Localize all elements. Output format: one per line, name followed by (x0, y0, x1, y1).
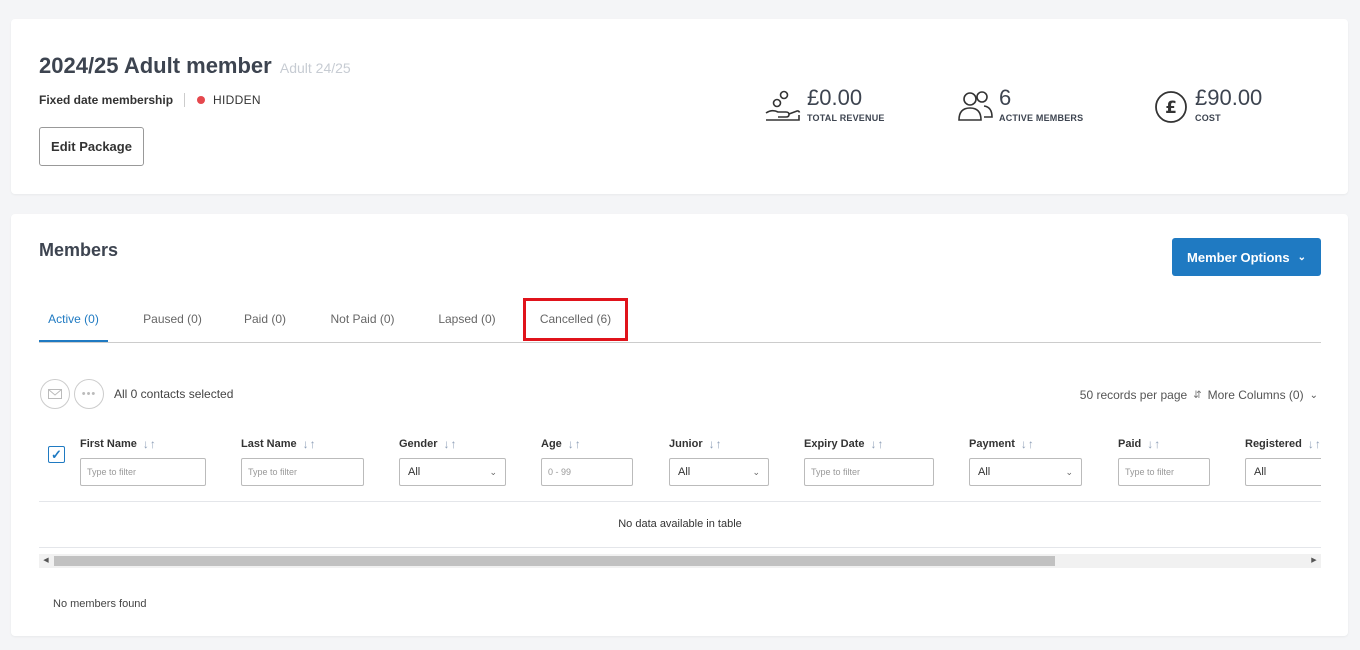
email-button[interactable] (40, 379, 70, 409)
table-header-row: ✓ First Name↓↑ Last Name↓↑ Gender↓↑ All⌄… (39, 434, 1321, 502)
envelope-icon (48, 389, 62, 399)
bulk-action-bar: ••• All 0 contacts selected (40, 379, 233, 409)
no-members-message: No members found (53, 598, 147, 610)
column-registered: Registered↓↑ All⌄ (1245, 434, 1321, 486)
package-title: 2024/25 Adult member Adult 24/25 (39, 53, 351, 78)
pound-circle-icon: £ (1155, 91, 1187, 123)
more-actions-button[interactable]: ••• (74, 379, 104, 409)
status-dot-icon (197, 96, 206, 104)
cost-value: £90.00 (1195, 85, 1263, 110)
first-name-filter-input[interactable] (80, 458, 206, 486)
tab-lapsed[interactable]: Lapsed (0) (431, 297, 503, 342)
members-title: Members (39, 240, 119, 260)
sort-arrows-icon[interactable]: ↓↑ (143, 437, 157, 451)
column-gender: Gender ↓↑ All ⌄ (399, 434, 506, 486)
column-expiry-date: Expiry Date ↓↑ (804, 434, 934, 486)
column-last-name: Last Name ↓↑ (241, 434, 364, 486)
scrollbar-thumb[interactable] (54, 556, 1055, 566)
stat-total-revenue: £0.00 TOTAL REVENUE (763, 85, 885, 127)
expiry-date-filter-input[interactable] (804, 458, 934, 486)
member-options-label: Member Options (1187, 249, 1290, 265)
members-card: Members Member Options ⌄ Active (0) Paus… (11, 214, 1348, 636)
package-meta: Fixed date membership HIDDEN (39, 93, 261, 107)
more-columns-toggle[interactable]: More Columns (0) (1208, 388, 1304, 402)
scroll-left-icon[interactable]: ◀ (39, 554, 53, 568)
hand-coins-icon (765, 90, 801, 121)
chevron-down-icon: ⌄ (752, 466, 760, 477)
status-badge: HIDDEN (213, 93, 261, 107)
active-members-value: 6 (999, 85, 1012, 110)
column-first-name: First Name ↓↑ (80, 434, 206, 486)
package-subtitle: Adult 24/25 (279, 60, 351, 76)
sort-arrows-icon[interactable]: ↓↑ (1308, 437, 1321, 451)
junior-filter-select[interactable]: All ⌄ (669, 458, 769, 486)
gender-filter-select[interactable]: All ⌄ (399, 458, 506, 486)
active-members-label: ACTIVE MEMBERS (999, 113, 1084, 123)
cost-label: COST (1195, 113, 1221, 123)
svg-text:£: £ (1165, 98, 1177, 118)
age-filter-input[interactable] (541, 458, 633, 486)
sort-arrows-icon[interactable]: ↓↑ (709, 437, 723, 451)
chevron-down-icon: ⌄ (1065, 466, 1073, 477)
sort-arrows-icon[interactable]: ↓↑ (1021, 437, 1035, 451)
chevron-down-icon: ⌄ (1309, 389, 1318, 401)
tab-cancelled[interactable]: Cancelled (6) (523, 298, 628, 341)
scroll-right-icon[interactable]: ▶ (1307, 554, 1321, 568)
payment-filter-select[interactable]: All ⌄ (969, 458, 1082, 486)
package-type: Fixed date membership (39, 93, 174, 107)
chevron-down-icon: ⌄ (1297, 251, 1306, 263)
member-options-button[interactable]: Member Options ⌄ (1172, 238, 1321, 276)
tab-paid[interactable]: Paid (0) (235, 297, 295, 342)
tab-not-paid[interactable]: Not Paid (0) (320, 297, 405, 342)
sort-arrows-icon[interactable]: ↓↑ (568, 437, 582, 451)
row-divider (39, 547, 1321, 548)
column-paid: Paid ↓↑ (1118, 434, 1210, 486)
tab-paused[interactable]: Paused (0) (134, 297, 211, 342)
edit-package-button[interactable]: Edit Package (39, 127, 144, 166)
sort-arrows-icon[interactable]: ↓↑ (1147, 437, 1161, 451)
column-age: Age ↓↑ (541, 434, 633, 486)
meta-divider (184, 93, 186, 107)
sort-arrows-icon[interactable]: ↓↑ (303, 437, 317, 451)
tab-active[interactable]: Active (0) (39, 297, 108, 342)
users-icon (958, 91, 993, 121)
member-tabs: Active (0) Paused (0) Paid (0) Not Paid … (39, 297, 1321, 343)
horizontal-scrollbar[interactable]: ◀ ▶ (39, 554, 1321, 568)
package-card: 2024/25 Adult member Adult 24/25 Fixed d… (11, 19, 1348, 194)
last-name-filter-input[interactable] (241, 458, 364, 486)
empty-table-message: No data available in table (618, 518, 742, 530)
column-junior: Junior ↓↑ All ⌄ (669, 434, 769, 486)
stat-active-members: 6 ACTIVE MEMBERS (955, 85, 1083, 127)
per-page-select[interactable]: 50 records per page (1080, 388, 1187, 402)
registered-filter-select[interactable]: All⌄ (1245, 458, 1321, 486)
total-revenue-label: TOTAL REVENUE (807, 113, 885, 123)
sort-toggle-icon: ⇵ (1193, 389, 1202, 401)
select-all-checkbox[interactable]: ✓ (48, 446, 65, 463)
chevron-down-icon: ⌄ (489, 466, 497, 477)
paid-filter-input[interactable] (1118, 458, 1210, 486)
table-options: 50 records per page ⇵ More Columns (0) ⌄ (1080, 388, 1318, 402)
sort-arrows-icon[interactable]: ↓↑ (871, 437, 885, 451)
sort-arrows-icon[interactable]: ↓↑ (444, 437, 458, 451)
stat-cost: £ £90.00 COST (1151, 85, 1262, 127)
total-revenue-value: £0.00 (807, 85, 863, 110)
selected-count-text: All 0 contacts selected (114, 387, 234, 401)
members-table: ✓ First Name↓↑ Last Name↓↑ Gender↓↑ All⌄… (39, 434, 1321, 549)
ellipsis-icon: ••• (81, 388, 97, 400)
column-payment: Payment ↓↑ All ⌄ (969, 434, 1082, 486)
